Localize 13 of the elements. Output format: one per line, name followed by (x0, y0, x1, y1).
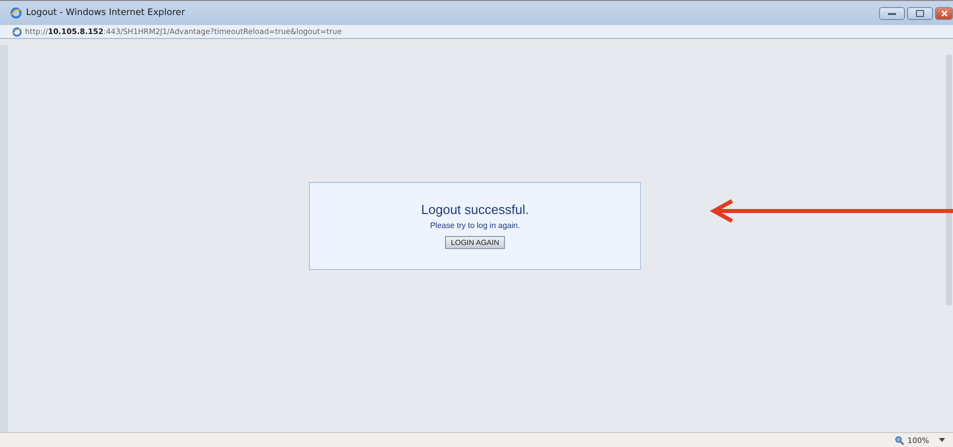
browser-icon (10, 7, 22, 19)
maximize-button[interactable] (907, 6, 933, 20)
window-title: Logout - Windows Internet Explorer (26, 8, 186, 18)
magnifier-icon (894, 436, 904, 444)
login-hint: Please try to log in again. (430, 221, 520, 230)
close-button[interactable] (935, 6, 953, 20)
minimize-icon (888, 11, 896, 15)
close-icon (940, 10, 948, 16)
minimize-button[interactable] (879, 6, 905, 20)
browser-icon (12, 26, 22, 36)
maximize-icon (916, 10, 924, 16)
caret-icon[interactable] (939, 438, 945, 442)
logout-heading: Logout successful. (421, 202, 529, 217)
